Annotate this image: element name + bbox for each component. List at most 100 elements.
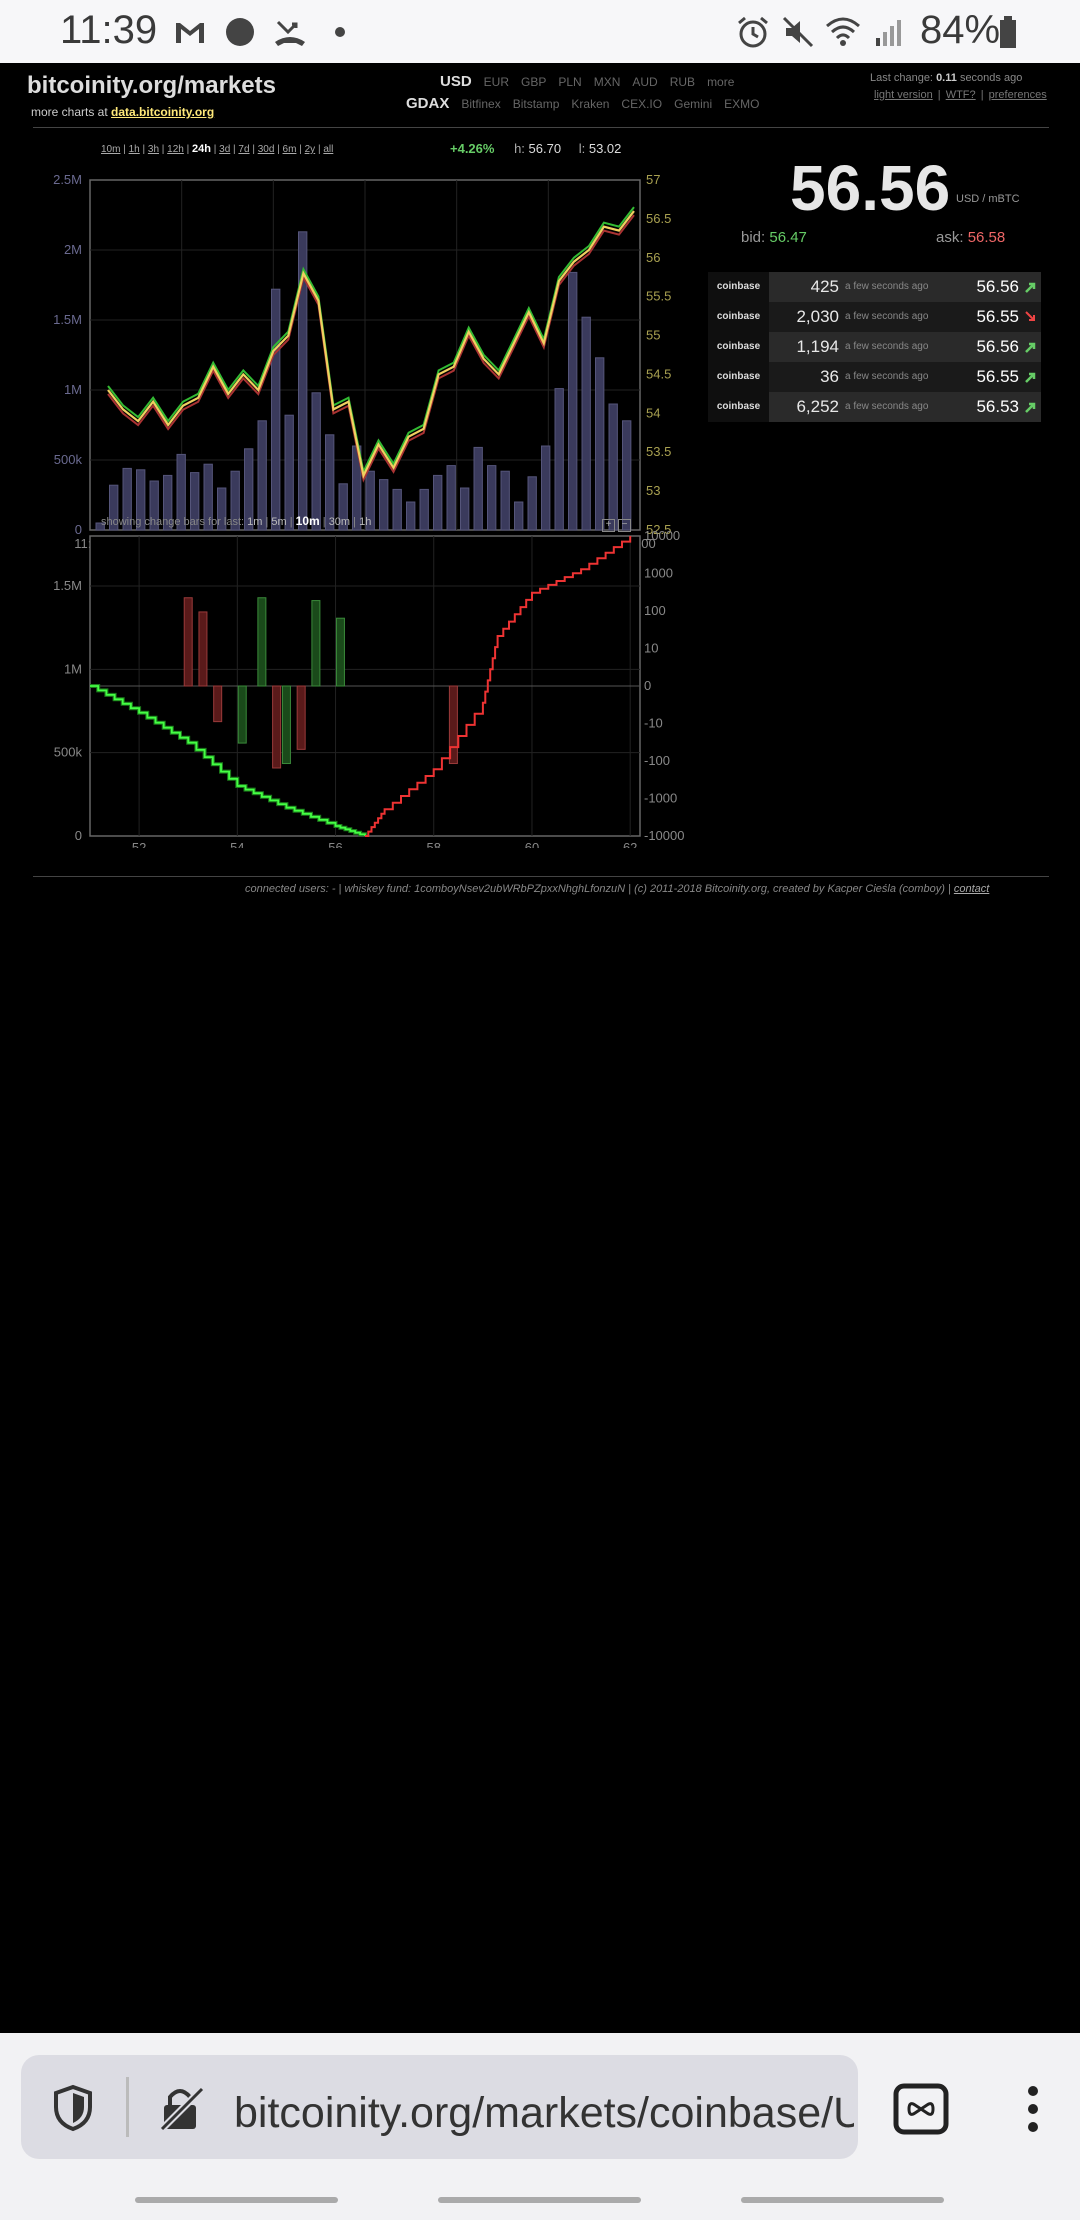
range-2y[interactable]: 2y bbox=[305, 144, 316, 155]
y-right-tick: 0 bbox=[644, 678, 651, 693]
range-10m[interactable]: 10m bbox=[101, 144, 120, 155]
period-5m[interactable]: 5m bbox=[271, 516, 286, 528]
range-3d[interactable]: 3d bbox=[219, 144, 230, 155]
change-bar bbox=[296, 685, 306, 750]
y-left-tick: 1M bbox=[64, 661, 82, 676]
range-12h[interactable]: 12h bbox=[167, 144, 184, 155]
exchange-cexio[interactable]: CEX.IO bbox=[621, 97, 662, 111]
range-24h[interactable]: 24h bbox=[192, 143, 211, 155]
trade-exchange: coinbase bbox=[708, 332, 769, 362]
range-7d[interactable]: 7d bbox=[238, 144, 249, 155]
price-chart[interactable]: 0500k1M1.5M2M2.5M52.55353.55454.55555.55… bbox=[30, 158, 690, 558]
range-all[interactable]: all bbox=[323, 144, 333, 155]
y-right-tick: -10000 bbox=[644, 828, 684, 843]
nav-home-pill[interactable] bbox=[438, 2197, 641, 2203]
nav-recents-pill[interactable] bbox=[741, 2197, 944, 2203]
exchange-bitfinex[interactable]: Bitfinex bbox=[461, 97, 500, 111]
ask-label: ask: bbox=[936, 229, 964, 246]
signal-app-icon bbox=[226, 18, 254, 46]
x-tick: 60 bbox=[525, 840, 539, 848]
y-right-tick: 10 bbox=[644, 641, 658, 656]
exchange-selector: GDAX Bitfinex Bitstamp Kraken CEX.IO Gemini EX… bbox=[406, 95, 771, 112]
trade-exchange: coinbase bbox=[708, 362, 769, 392]
menu-icon[interactable] bbox=[1018, 2083, 1048, 2137]
range-separator: | bbox=[210, 144, 220, 155]
range-3h[interactable]: 3h bbox=[148, 144, 159, 155]
arrow-down-icon bbox=[1025, 311, 1035, 321]
price-unit: USD / mBTC bbox=[956, 193, 1020, 205]
exchange-gdax[interactable]: GDAX bbox=[406, 95, 449, 112]
currency-rub[interactable]: RUB bbox=[670, 75, 695, 89]
currency-gbp[interactable]: GBP bbox=[521, 75, 546, 89]
x-tick: 52 bbox=[132, 840, 146, 848]
y-right-tick: -1000 bbox=[644, 791, 677, 806]
volume-bar bbox=[500, 470, 510, 531]
arrow-up-icon bbox=[1025, 372, 1036, 383]
insecure-lock-icon[interactable] bbox=[158, 2083, 206, 2133]
range-separator: | bbox=[139, 144, 148, 155]
exchange-kraken[interactable]: Kraken bbox=[571, 97, 609, 111]
volume-bar bbox=[487, 465, 497, 531]
trade-time: a few seconds ago bbox=[845, 371, 929, 382]
currency-mxn[interactable]: MXN bbox=[594, 75, 621, 89]
exchange-bitstamp[interactable]: Bitstamp bbox=[513, 97, 560, 111]
private-tabs-icon[interactable] bbox=[893, 2083, 949, 2135]
volume-bar bbox=[527, 476, 537, 531]
exchange-gemini[interactable]: Gemini bbox=[674, 97, 712, 111]
y-right-tick: -10 bbox=[644, 716, 663, 731]
volume-bar bbox=[514, 501, 524, 531]
last-change-value: 0.11 bbox=[936, 72, 957, 84]
y-right-tick: 100 bbox=[644, 603, 666, 618]
change-bars-selector: showing change bars for last: 1m | 5m | … bbox=[101, 514, 371, 528]
depth-chart[interactable]: 0500k1M1.5M100001000100100-10-100-1000-1… bbox=[30, 528, 690, 848]
status-bar: 11:39 84% bbox=[0, 0, 1080, 63]
browser-toolbar: bitcoinity.org/markets/coinbase/USD bbox=[0, 2033, 1080, 2220]
trades-list: coinbase 425 a few seconds ago 56.56 coinbas… bbox=[708, 272, 1041, 422]
trade-time: a few seconds ago bbox=[845, 311, 929, 322]
x-tick: 62 bbox=[623, 840, 637, 848]
currency-eur[interactable]: EUR bbox=[484, 75, 509, 89]
range-separator: | bbox=[249, 144, 258, 155]
arrow-up-icon bbox=[1025, 282, 1036, 293]
currency-pln[interactable]: PLN bbox=[558, 75, 581, 89]
contact-link[interactable]: contact bbox=[954, 883, 989, 895]
range-6m[interactable]: 6m bbox=[283, 144, 297, 155]
exchange-exmo[interactable]: EXMO bbox=[724, 97, 759, 111]
currency-aud[interactable]: AUD bbox=[632, 75, 657, 89]
y-right-tick: 1000 bbox=[644, 566, 673, 581]
volume-bar bbox=[271, 288, 281, 531]
trade-exchange: coinbase bbox=[708, 272, 769, 302]
period-1h[interactable]: 1h bbox=[359, 516, 371, 528]
change-bar bbox=[183, 597, 193, 687]
period-1m[interactable]: 1m bbox=[247, 516, 262, 528]
url-text[interactable]: bitcoinity.org/markets/coinbase/USD bbox=[234, 2089, 854, 2138]
volume-bar bbox=[446, 465, 456, 531]
light-version-link[interactable]: light version bbox=[874, 89, 933, 101]
currency-more[interactable]: more bbox=[707, 75, 734, 89]
nav-back-pill[interactable] bbox=[135, 2197, 338, 2203]
volume-bar bbox=[419, 488, 429, 531]
trade-volume: 6,252 bbox=[796, 397, 839, 416]
currency-usd[interactable]: USD bbox=[440, 73, 472, 90]
y-right-tick: 54.5 bbox=[646, 366, 671, 381]
x-tick: 54 bbox=[230, 840, 244, 848]
period-10m[interactable]: 10m bbox=[296, 514, 320, 528]
trade-row: coinbase 1,194 a few seconds ago 56.56 bbox=[708, 332, 1041, 362]
trade-time: a few seconds ago bbox=[845, 341, 929, 352]
change-bar bbox=[281, 685, 291, 765]
site-title[interactable]: bitcoinity.org/markets bbox=[27, 72, 276, 100]
trade-row: coinbase 2,030 a few seconds ago 56.55 bbox=[708, 302, 1041, 332]
range-separator: | bbox=[120, 144, 129, 155]
wtf-link[interactable]: WTF? bbox=[946, 89, 976, 101]
preferences-link[interactable]: preferences bbox=[989, 89, 1047, 101]
range-30d[interactable]: 30d bbox=[258, 144, 275, 155]
period-30m[interactable]: 30m bbox=[329, 516, 350, 528]
range-1h[interactable]: 1h bbox=[129, 144, 140, 155]
change-bar bbox=[213, 685, 223, 723]
data-bitcoinity-link[interactable]: data.bitcoinity.org bbox=[111, 105, 214, 119]
volume-bar bbox=[379, 479, 389, 531]
change-bar bbox=[272, 685, 282, 769]
change-bar bbox=[237, 685, 247, 744]
trade-price: 56.56 bbox=[976, 277, 1019, 296]
shield-icon[interactable] bbox=[50, 2083, 96, 2133]
